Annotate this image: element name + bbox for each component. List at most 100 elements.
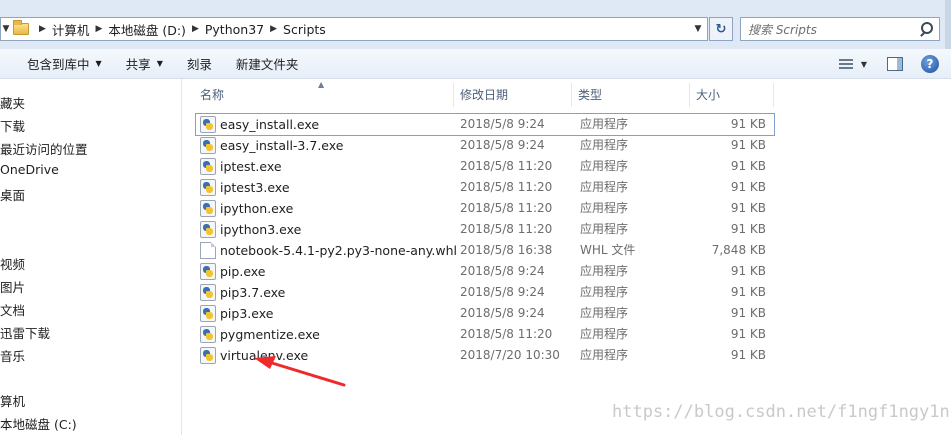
address-history-chevron-icon[interactable]: ▼ [689, 24, 707, 34]
python-exe-icon [200, 116, 216, 133]
search-placeholder: 搜索 Scripts [748, 22, 817, 37]
file-type: 应用程序 [580, 264, 629, 278]
python-exe-icon [200, 284, 216, 301]
python-exe-icon [200, 221, 216, 238]
file-row[interactable]: iptest.exe 2018/5/8 11:20 应用程序 91 KB [196, 156, 774, 177]
search-icon[interactable] [919, 22, 933, 36]
include-in-library-button[interactable]: 包含到库中 ▼ [27, 54, 102, 73]
nav-item-drive-c[interactable]: 本地磁盘 (C:) [0, 414, 77, 433]
address-bar-area: ▼ ▶ 计算机 ▶ 本地磁盘 (D:) ▶ Python37 ▶ Scripts… [0, 0, 951, 56]
watermark: https://blog.csdn.net/f1ngf1ngy1ng [612, 402, 951, 422]
file-size: 91 KB [730, 264, 766, 278]
python-exe-icon [200, 326, 216, 343]
chevron-right-icon[interactable]: ▶ [270, 24, 277, 34]
address-box[interactable]: ▼ ▶ 计算机 ▶ 本地磁盘 (D:) ▶ Python37 ▶ Scripts… [0, 17, 708, 41]
breadcrumb-python37[interactable]: Python37 [205, 22, 264, 37]
file-size: 91 KB [730, 327, 766, 341]
search-input[interactable]: 搜索 Scripts [740, 17, 940, 41]
file-modified-date: 2018/5/8 9:24 [460, 264, 545, 278]
file-modified-date: 2018/5/8 11:20 [460, 201, 553, 215]
file-size: 91 KB [730, 159, 766, 173]
chevron-right-icon[interactable]: ▶ [95, 24, 102, 34]
file-name: pygmentize.exe [220, 327, 320, 342]
file-name: iptest.exe [220, 159, 282, 174]
nav-item-onedrive[interactable]: OneDrive [0, 162, 59, 177]
file-row[interactable]: easy_install-3.7.exe 2018/5/8 9:24 应用程序 91 … [196, 135, 774, 156]
file-row[interactable]: ipython3.exe 2018/5/8 11:20 应用程序 91 KB [196, 219, 774, 240]
file-type: 应用程序 [580, 327, 629, 341]
file-type: 应用程序 [580, 348, 629, 362]
file-name: iptest3.exe [220, 180, 290, 195]
nav-item-documents[interactable]: 文档 [0, 300, 25, 319]
file-size: 91 KB [730, 306, 766, 320]
file-name: notebook-5.4.1-py2.py3-none-any.whl [220, 243, 457, 258]
file-size: 91 KB [730, 138, 766, 152]
file-modified-date: 2018/5/8 9:24 [460, 285, 545, 299]
burn-button[interactable]: 刻录 [187, 54, 212, 73]
python-exe-icon [200, 179, 216, 196]
view-options-icon[interactable] [838, 58, 853, 70]
share-button[interactable]: 共享 ▼ [126, 54, 163, 73]
new-folder-button[interactable]: 新建文件夹 [236, 54, 299, 73]
file-modified-date: 2018/5/8 9:24 [460, 138, 545, 152]
nav-item-downloads[interactable]: 下载 [0, 116, 25, 135]
nav-item-pictures[interactable]: 图片 [0, 277, 25, 296]
include-in-library-label: 包含到库中 [27, 57, 90, 72]
column-header-size[interactable]: 大小 [690, 83, 774, 107]
nav-item-xunlei-downloads[interactable]: 迅雷下载 [0, 323, 50, 342]
help-icon[interactable]: ? [921, 55, 939, 73]
column-header-modified[interactable]: 修改日期 [454, 83, 572, 107]
nav-item-desktop[interactable]: 桌面 [0, 185, 25, 204]
python-exe-icon [200, 263, 216, 280]
file-type: 应用程序 [580, 285, 629, 299]
file-row[interactable]: notebook-5.4.1-py2.py3-none-any.whl 2018/… [196, 240, 774, 261]
file-name: pip.exe [220, 264, 266, 279]
command-bar: 包含到库中 ▼ 共享 ▼ 刻录 新建文件夹 ▼ ? [0, 49, 951, 79]
file-row[interactable]: pip3.exe 2018/5/8 9:24 应用程序 91 KB [196, 303, 774, 324]
refresh-icon: ↻ [715, 21, 727, 37]
breadcrumb-drive-d[interactable]: 本地磁盘 (D:) [108, 20, 186, 39]
file-row[interactable]: pip3.7.exe 2018/5/8 9:24 应用程序 91 KB [196, 282, 774, 303]
chevron-down-icon: ▼ [95, 59, 102, 68]
file-size: 91 KB [730, 117, 766, 131]
nav-item-favorites[interactable]: 藏夹 [0, 93, 25, 112]
preview-pane-icon[interactable] [887, 57, 903, 71]
chevron-down-icon[interactable]: ▼ [861, 60, 867, 69]
folder-icon [13, 20, 29, 35]
file-name: easy_install-3.7.exe [220, 138, 344, 153]
file-name: pip3.7.exe [220, 285, 286, 300]
chevron-down-icon: ▼ [156, 59, 163, 68]
nav-item-videos[interactable]: 视频 [0, 254, 25, 273]
file-modified-date: 2018/5/8 11:20 [460, 159, 553, 173]
file-modified-date: 2018/5/8 11:20 [460, 327, 553, 341]
file-row[interactable]: easy_install.exe 2018/5/8 9:24 应用程序 91 KB [195, 113, 775, 136]
file-type: 应用程序 [580, 159, 629, 173]
blank-file-icon [200, 242, 216, 259]
nav-item-computer[interactable]: 算机 [0, 391, 25, 410]
file-type: 应用程序 [580, 222, 629, 236]
file-name: pip3.exe [220, 306, 274, 321]
chevron-right-icon[interactable]: ▶ [39, 24, 46, 34]
column-header-type[interactable]: 类型 [572, 83, 690, 107]
file-row[interactable]: ipython.exe 2018/5/8 11:20 应用程序 91 KB [196, 198, 774, 219]
file-size: 91 KB [730, 222, 766, 236]
navigation-pane: 藏夹 下载 最近访问的位置 OneDrive 桌面 视频 图片 文档 迅雷下载 … [0, 79, 182, 435]
chevron-right-icon[interactable]: ▶ [192, 24, 199, 34]
file-modified-date: 2018/7/20 10:30 [460, 348, 560, 362]
file-row[interactable]: pip.exe 2018/5/8 9:24 应用程序 91 KB [196, 261, 774, 282]
nav-item-music[interactable]: 音乐 [0, 346, 25, 365]
column-header-name[interactable]: 名称 [194, 83, 454, 107]
file-modified-date: 2018/5/8 16:38 [460, 243, 553, 257]
burn-label: 刻录 [186, 57, 212, 72]
file-modified-date: 2018/5/8 9:24 [460, 117, 545, 131]
nav-item-recent-places[interactable]: 最近访问的位置 [0, 139, 88, 158]
file-name: ipython3.exe [220, 222, 302, 237]
file-size: 91 KB [730, 285, 766, 299]
file-row[interactable]: pygmentize.exe 2018/5/8 11:20 应用程序 91 KB [196, 324, 774, 345]
file-row[interactable]: iptest3.exe 2018/5/8 11:20 应用程序 91 KB [196, 177, 774, 198]
chevron-down-icon[interactable]: ▼ [1, 24, 11, 34]
breadcrumb-scripts[interactable]: Scripts [283, 22, 326, 37]
refresh-button[interactable]: ↻ [709, 17, 733, 41]
breadcrumb-computer[interactable]: 计算机 [52, 20, 90, 39]
file-size: 91 KB [730, 201, 766, 215]
